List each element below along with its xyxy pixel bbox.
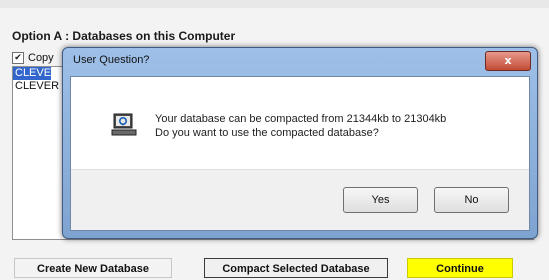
- copy-checkbox[interactable]: ✔: [12, 52, 24, 64]
- computer-question-icon: [110, 110, 140, 140]
- user-question-dialog: User Question? x Your database can be co…: [62, 47, 538, 239]
- copy-option[interactable]: ✔ Copy: [12, 52, 54, 64]
- top-strip: [0, 0, 549, 8]
- action-bar: Create New Database Compact Selected Dat…: [12, 258, 542, 280]
- yes-button[interactable]: Yes: [343, 187, 418, 213]
- dialog-button-area: Yes No: [71, 169, 529, 230]
- section-title: Option A : Databases on this Computer: [12, 29, 236, 43]
- dialog-titlebar[interactable]: User Question? x: [63, 48, 537, 74]
- message-line-1: Your database can be compacted from 2134…: [155, 113, 447, 125]
- dialog-body: Your database can be compacted from 2134…: [70, 76, 530, 231]
- no-button[interactable]: No: [434, 187, 509, 213]
- close-icon: x: [504, 54, 512, 67]
- database-list-item[interactable]: CLEVER: [13, 67, 59, 80]
- dialog-title: User Question?: [73, 54, 150, 66]
- continue-button[interactable]: Continue: [407, 258, 513, 278]
- copy-checkbox-label: Copy: [28, 52, 54, 64]
- message-line-2: Do you want to use the compacted databas…: [155, 127, 379, 139]
- compact-selected-database-button[interactable]: Compact Selected Database: [204, 258, 388, 278]
- create-new-database-button[interactable]: Create New Database: [14, 258, 172, 278]
- close-button[interactable]: x: [485, 51, 531, 71]
